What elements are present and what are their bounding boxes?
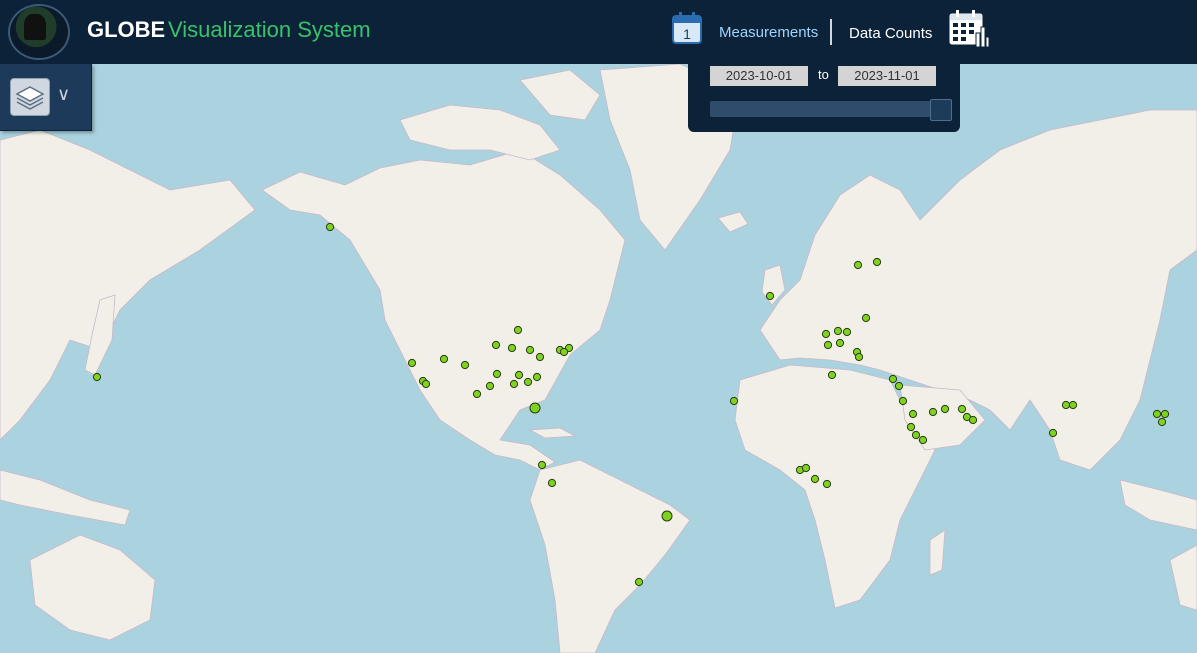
data-counts-calendar-icon[interactable] [948, 9, 990, 49]
measurement-point[interactable] [854, 352, 864, 362]
measurement-point[interactable] [325, 222, 335, 232]
measurement-point[interactable] [842, 327, 852, 337]
measurement-point[interactable] [514, 370, 524, 380]
measurement-point[interactable] [509, 379, 519, 389]
measurement-point[interactable] [421, 379, 431, 389]
end-date-field[interactable]: 2023-11-01 [838, 66, 936, 86]
measurement-point[interactable] [898, 396, 908, 406]
measurement-point[interactable] [523, 377, 533, 387]
date-range-separator: to [818, 67, 829, 82]
measurement-point[interactable] [492, 369, 502, 379]
measurement-point[interactable] [537, 460, 547, 470]
measurement-point[interactable] [968, 415, 978, 425]
measurement-point[interactable] [634, 577, 644, 587]
measurement-point[interactable] [822, 479, 832, 489]
measurement-point[interactable] [532, 372, 542, 382]
measurement-point[interactable] [547, 478, 557, 488]
measurement-point[interactable] [821, 329, 831, 339]
data-counts-tab[interactable]: Data Counts [849, 25, 932, 42]
measurement-point[interactable] [833, 326, 843, 336]
measurement-point[interactable] [439, 354, 449, 364]
measurement-point[interactable] [559, 347, 569, 357]
measurement-point[interactable] [1061, 400, 1071, 410]
measurement-point[interactable] [407, 358, 417, 368]
measurement-point[interactable] [513, 325, 523, 335]
tab-divider [830, 19, 832, 45]
measurement-point[interactable] [835, 338, 845, 348]
measurement-point[interactable] [957, 404, 967, 414]
measurement-point[interactable] [1048, 428, 1058, 438]
measurement-point[interactable] [872, 257, 882, 267]
measurement-point[interactable] [1160, 409, 1170, 419]
layers-icon [15, 86, 45, 110]
measurement-point[interactable] [928, 407, 938, 417]
measurement-point[interactable] [485, 381, 495, 391]
start-date-field[interactable]: 2023-10-01 [710, 66, 808, 86]
measurements-tab[interactable]: Measurements [719, 24, 818, 41]
measurement-point[interactable] [911, 430, 921, 440]
app-title: GLOBE [87, 17, 166, 42]
time-slider-handle[interactable] [930, 99, 952, 121]
layer-control: ∨ [0, 64, 92, 131]
calendar-day: 1 [683, 26, 691, 42]
measurement-point[interactable] [861, 313, 871, 323]
measurement-point[interactable] [906, 422, 916, 432]
globe-logo-icon[interactable] [8, 4, 70, 60]
measurement-point[interactable] [888, 374, 898, 384]
measurement-point[interactable] [92, 372, 102, 382]
measurement-point[interactable] [529, 402, 541, 414]
measurement-point[interactable] [661, 510, 673, 522]
measurement-point[interactable] [940, 404, 950, 414]
double-chevron-down-icon[interactable]: ∨ [57, 84, 70, 105]
measurement-point[interactable] [729, 396, 739, 406]
measurement-point[interactable] [765, 291, 775, 301]
measurement-point[interactable] [525, 345, 535, 355]
measurement-point[interactable] [853, 260, 863, 270]
measurement-point[interactable] [908, 409, 918, 419]
measurement-point[interactable] [491, 340, 501, 350]
measurement-point[interactable] [827, 370, 837, 380]
measurement-point[interactable] [1152, 409, 1162, 419]
app: { "header": { "title_main": "GLOBE", "ti… [0, 0, 1197, 653]
measurement-point[interactable] [1068, 400, 1078, 410]
basemap[interactable] [0, 0, 1197, 653]
measurement-point[interactable] [535, 352, 545, 362]
layers-button[interactable] [10, 78, 50, 116]
measurement-point[interactable] [810, 474, 820, 484]
measurement-point[interactable] [801, 463, 811, 473]
header-bar: GLOBE Visualization System 1 Measurement… [0, 0, 1197, 64]
measurement-point[interactable] [918, 435, 928, 445]
calendar-icon[interactable]: 1 [672, 11, 704, 45]
measurement-point[interactable] [894, 381, 904, 391]
measurement-point[interactable] [1157, 417, 1167, 427]
app-subtitle: Visualization System [168, 17, 371, 42]
measurement-point[interactable] [507, 343, 517, 353]
time-range-panel: 2023-10-01 to 2023-11-01 [688, 62, 960, 132]
measurement-point[interactable] [472, 389, 482, 399]
measurement-point[interactable] [460, 360, 470, 370]
measurement-point[interactable] [823, 340, 833, 350]
time-slider-track[interactable] [710, 101, 950, 117]
